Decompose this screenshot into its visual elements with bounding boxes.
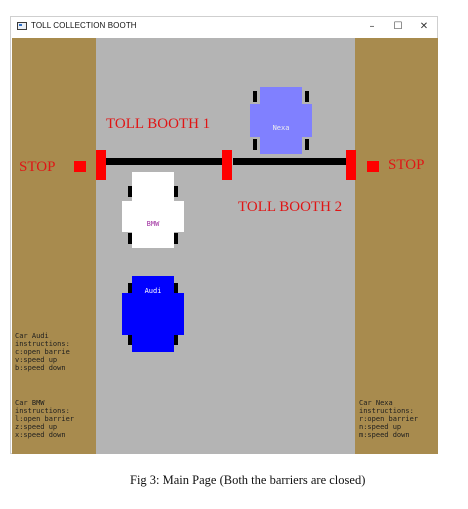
instruction-line: m:speed down xyxy=(359,431,410,439)
instruction-line: Car Audi xyxy=(15,332,49,340)
game-canvas[interactable]: Car Audi instructions: c:open barrie v:spee… xyxy=(12,38,438,454)
wheel xyxy=(305,91,309,102)
stop-sign-right xyxy=(367,161,379,172)
instruction-line: instructions: xyxy=(15,407,70,415)
app-window: TOLL COLLECTION BOOTH – ☐ ✕ Car Audi inst… xyxy=(10,16,438,454)
barrier-post-right xyxy=(346,150,356,180)
car-nexa-label: Nexa xyxy=(272,124,290,132)
wheel xyxy=(253,91,257,102)
car-bmw: BMW xyxy=(122,172,184,248)
nexa-instructions: Car Nexa instructions: r:open barrier n:spe… xyxy=(359,399,418,439)
roadside-left xyxy=(12,38,96,454)
wheel xyxy=(174,334,178,345)
barrier-booth-2 xyxy=(233,158,348,165)
car-audi: Audi xyxy=(122,276,184,352)
instruction-line: Car Nexa xyxy=(359,399,393,407)
minimize-button[interactable]: – xyxy=(359,18,385,36)
instruction-line: Car BMW xyxy=(15,399,45,407)
window-title: TOLL COLLECTION BOOTH xyxy=(31,21,137,30)
instruction-line: n:speed up xyxy=(359,423,402,431)
barrier-post-left xyxy=(96,150,106,180)
car-audi-mid xyxy=(122,293,184,335)
audi-instructions: Car Audi instructions: c:open barrie v:spee… xyxy=(15,332,70,372)
app-icon xyxy=(17,22,27,30)
barrier-post-middle xyxy=(222,150,232,180)
wheel xyxy=(305,139,309,150)
car-bmw-label: BMW xyxy=(146,220,160,228)
figure-caption: Fig 3: Main Page (Both the barriers are … xyxy=(130,473,366,487)
stop-label-left: STOP xyxy=(19,159,56,175)
instruction-line: instructions: xyxy=(15,340,70,348)
stop-sign-left xyxy=(74,161,86,172)
barrier-booth-1 xyxy=(105,158,223,165)
instruction-line: instructions: xyxy=(359,407,414,415)
instruction-line: z:speed up xyxy=(15,423,58,431)
instruction-line: b:speed down xyxy=(15,364,66,372)
instruction-line: c:open barrie xyxy=(15,348,70,356)
instruction-line: x:speed down xyxy=(15,431,66,439)
maximize-button[interactable]: ☐ xyxy=(385,18,411,36)
toll-booth-1-label: TOLL BOOTH 1 xyxy=(106,116,211,132)
roadside-right xyxy=(355,38,438,454)
car-nexa: Nexa xyxy=(250,87,312,154)
instruction-line: v:speed up xyxy=(15,356,58,364)
close-button[interactable]: ✕ xyxy=(411,18,437,36)
toll-booth-2-label: TOLL BOOTH 2 xyxy=(238,199,343,215)
instruction-line: r:open barrier xyxy=(359,415,419,423)
car-nexa-mid xyxy=(250,104,312,137)
title-bar[interactable]: TOLL COLLECTION BOOTH – ☐ ✕ xyxy=(11,17,437,37)
wheel xyxy=(174,186,178,197)
wheel xyxy=(174,233,178,244)
stop-label-right: STOP xyxy=(388,157,425,173)
car-audi-label: Audi xyxy=(144,287,162,295)
instruction-line: l:open barrier xyxy=(15,415,75,423)
wheel xyxy=(253,139,257,150)
bmw-instructions: Car BMW instructions: l:open barrier z:spee… xyxy=(15,399,74,439)
